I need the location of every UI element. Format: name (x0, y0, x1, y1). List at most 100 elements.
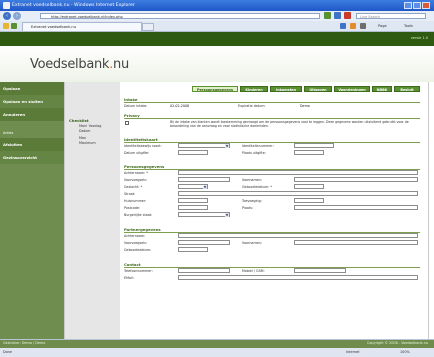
id-kind-select[interactable]: ▼ (178, 143, 230, 148)
sidebar-heading-acties: Acties (3, 131, 14, 135)
intake-date-label: Datum intake: (124, 104, 148, 108)
firstname-label: Voornamen: (242, 178, 262, 182)
prefix-label: Voorvoegsels: (124, 178, 147, 182)
postcode-input[interactable] (178, 205, 208, 210)
partner-lastname-input[interactable] (178, 233, 418, 238)
chevron-down-icon: ▼ (225, 213, 229, 217)
addition-label: Toevoeging: (242, 199, 262, 203)
partner-birthdate-label: Geboortedatum: (124, 248, 152, 252)
zoom-level[interactable]: 100% (400, 350, 410, 354)
tab-nbbk[interactable]: NBBK (372, 86, 392, 92)
feeds-icon[interactable] (350, 23, 356, 29)
tab-voorzieningen[interactable]: Voorzieningen (334, 86, 370, 92)
sidebar-item-gezinsoverzicht[interactable]: Gezinsoverzicht (0, 151, 64, 164)
checklist-item[interactable]: Maximum (79, 141, 96, 145)
sidebar-item-afsluiten[interactable]: Afsluiten (0, 138, 64, 151)
mobile-label: Mobiel / GSM: (242, 269, 265, 273)
logo-band: Voedselbank.nu (0, 46, 434, 82)
tools-menu[interactable]: Tools (404, 23, 413, 29)
close-button[interactable] (422, 2, 430, 9)
gender-label: Geslacht: * (124, 185, 143, 189)
status-bar: Gebruiker: Demo / Demo Copyright © 2008 … (0, 339, 434, 357)
main-form: Persoonsgegevens Kinderen Inkomsten Uitg… (120, 82, 429, 339)
browser-tab-active[interactable]: Extranet voedselbank.nu (22, 22, 142, 31)
privacy-consent-checkbox[interactable] (125, 121, 129, 125)
tab-inkomsten[interactable]: Inkomsten (270, 86, 302, 92)
partner-birthdate-input[interactable] (178, 247, 208, 252)
new-tab-button[interactable] (142, 23, 154, 31)
browser-tab-bar: Extranet voedselbank.nu Page Tools (0, 21, 434, 32)
partner-firstname-input[interactable] (294, 240, 418, 245)
site-footer: Gebruiker: Demo / Demo Copyright © 2008 … (0, 340, 434, 348)
firstname-input[interactable] (294, 177, 418, 182)
city-input[interactable] (294, 205, 418, 210)
phone-input[interactable] (178, 268, 230, 273)
page-menu[interactable]: Page (378, 23, 387, 29)
birthdate-label: Geboortedatum: * (242, 185, 272, 189)
intake-date-value: 02-02-2008 (170, 104, 190, 108)
id-number-input[interactable] (294, 143, 334, 148)
maximize-button[interactable] (413, 2, 421, 9)
checklist-heading: Checklist (69, 118, 89, 123)
expire-date-value: Demo (300, 104, 310, 108)
window-titlebar: Extranet voedselbank.nu - Windows Intern… (0, 0, 434, 11)
id-issue-place-input[interactable] (294, 150, 324, 155)
phone-label: Telefoonnummer: (124, 269, 153, 273)
sidebar-item-opslaan-en-sluiten[interactable]: Opslaan en sluiten (0, 95, 64, 108)
site-header-band: versie 1.0 (0, 32, 434, 46)
checklist-item[interactable]: Datum (79, 129, 90, 133)
stop-icon[interactable] (344, 12, 351, 19)
tab-uitgaven[interactable]: Uitgaven (304, 86, 332, 92)
birthdate-input[interactable] (294, 184, 324, 189)
add-favorite-icon[interactable] (11, 23, 17, 29)
sidebar-item-opslaan[interactable]: Opslaan (0, 82, 64, 95)
footer-copyright: Copyright © 2008 - Voedselbank.nu (366, 341, 428, 345)
expire-date-label: Expiratie datum: (238, 104, 266, 108)
chevron-down-icon: ▼ (225, 144, 229, 148)
id-issue-date-label: Datum uitgifte: (124, 151, 150, 155)
forward-icon[interactable]: › (13, 12, 21, 20)
sidebar: Opslaan Opslaan en sluiten Annuleren Act… (0, 82, 64, 339)
search-input[interactable]: Live Search (356, 13, 426, 19)
street-label: Straat: (124, 192, 136, 196)
partner-prefix-input[interactable] (178, 240, 230, 245)
divider (124, 102, 420, 103)
site-logo: Voedselbank.nu (30, 57, 129, 72)
lastname-label: Achternaam: * (124, 171, 148, 175)
email-input[interactable] (178, 275, 418, 280)
marital-status-select[interactable]: ▼ (178, 212, 230, 217)
street-input[interactable] (178, 191, 418, 196)
lastname-input[interactable] (178, 170, 418, 175)
back-icon[interactable]: ‹ (3, 12, 11, 20)
version-label: versie 1.0 (410, 36, 428, 40)
internet-zone: Internet (346, 350, 360, 354)
housenumber-input[interactable] (178, 198, 208, 203)
minimize-button[interactable] (404, 2, 412, 9)
divider (124, 118, 420, 119)
print-icon[interactable] (360, 23, 366, 29)
favorites-star-icon[interactable] (3, 23, 9, 29)
tab-besluit[interactable]: Besluit (394, 86, 420, 92)
marital-status-label: Burgerlijke staat: (124, 213, 153, 217)
sidebar-item-annuleren[interactable]: Annuleren (0, 108, 64, 121)
tab-persoonsgegevens[interactable]: Persoonsgegevens (192, 86, 238, 92)
url-input[interactable]: http://extranet.voedselbank.nl/index.php (40, 13, 320, 19)
refresh-icon[interactable] (334, 12, 341, 19)
prefix-input[interactable] (178, 177, 230, 182)
privacy-text: Bij de intake van klanten wordt toestemm… (170, 120, 409, 128)
tab-kinderen[interactable]: Kinderen (240, 86, 268, 92)
mobile-input[interactable] (294, 268, 346, 273)
divider (124, 142, 420, 143)
status-text: Done (3, 350, 12, 354)
gender-select[interactable]: ▼ (178, 184, 208, 189)
city-label: Plaats: (242, 206, 254, 210)
home-icon[interactable] (340, 23, 346, 29)
addition-input[interactable] (294, 198, 324, 203)
divider (124, 267, 420, 268)
go-icon[interactable] (324, 12, 331, 19)
id-issue-date-input[interactable] (178, 150, 208, 155)
id-issue-place-label: Plaats uitgifte: (242, 151, 266, 155)
partner-firstname-label: Voornamen: (242, 241, 262, 245)
ie-icon (3, 2, 10, 9)
postcode-label: Postcode: (124, 206, 140, 210)
